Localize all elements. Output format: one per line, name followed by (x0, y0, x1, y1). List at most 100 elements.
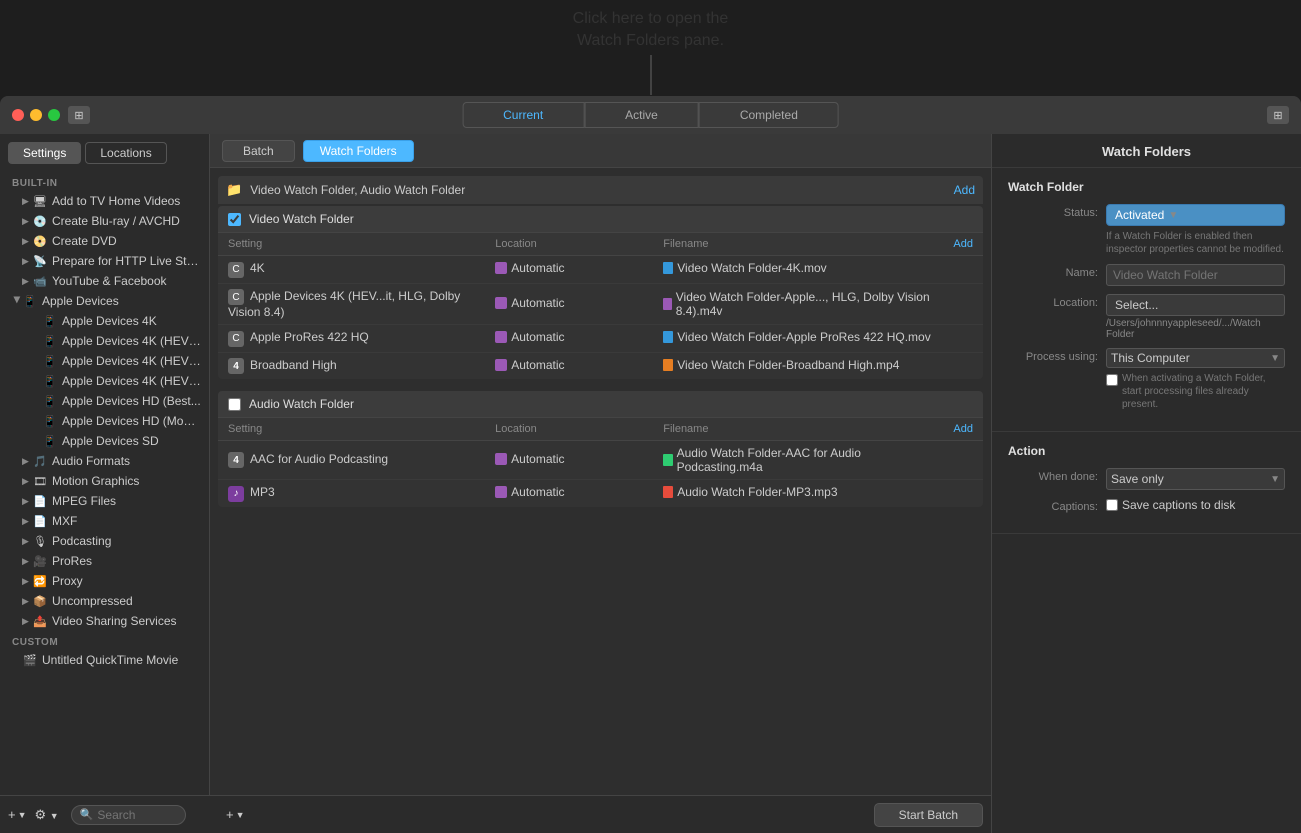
row-extra (943, 325, 983, 353)
tab-completed[interactable]: Completed (699, 102, 839, 128)
location-path: /Users/johnnnyappleseed/.../Watch Folder (1106, 318, 1285, 340)
location-select-button[interactable]: Select... (1106, 294, 1285, 316)
sidebar-item-ad-4k-hevc3[interactable]: 📱 Apple Devices 4K (HEVC... (0, 371, 209, 391)
gear-icon: ⚙ (35, 807, 47, 822)
col-filename: Filename (653, 418, 943, 441)
sidebar-scroll[interactable]: BUILT-IN ▶ 🖥 Add to TV Home Videos ▶ 💿 C… (0, 168, 209, 833)
sidebar-item-mxf[interactable]: ▶ 📄 MXF (0, 511, 209, 531)
group-header-title: Video Watch Folder, Audio Watch Folder (250, 183, 465, 197)
table-row[interactable]: CApple Devices 4K (HEV...it, HLG, Dolby … (218, 283, 983, 325)
expand-arrow: ▶ (22, 216, 32, 227)
sidebar-locations-tab[interactable]: Locations (85, 142, 166, 164)
main-scroll[interactable]: 📁 Video Watch Folder, Audio Watch Folder… (210, 168, 991, 795)
location-folder: Automatic (495, 452, 564, 466)
table-row[interactable]: 4AAC for Audio Podcasting Automatic (218, 441, 983, 480)
sidebar-item-audio[interactable]: ▶ 🎵 Audio Formats (0, 451, 209, 471)
sidebar-item-ad-hd-most[interactable]: 📱 Apple Devices HD (Most... (0, 411, 209, 431)
table-row[interactable]: C4K Automatic (218, 256, 983, 284)
location-folder: Automatic (495, 261, 564, 275)
sidebar-gear-button[interactable]: ⚙ ▼ (35, 807, 59, 823)
sidebar-item-youtube[interactable]: ▶ 📹 YouTube & Facebook (0, 271, 209, 291)
filename-cell: Audio Watch Folder-AAC for Audio Podcast… (653, 441, 943, 480)
process-select[interactable]: This Computer ▼ (1106, 348, 1285, 368)
col-add: Add (943, 233, 983, 256)
app-window: ⊞ Current Active Completed ⊞ Settings Lo… (0, 96, 1301, 833)
group-folder-icon: 📁 (226, 182, 242, 198)
fullscreen-button[interactable] (48, 109, 60, 121)
location-field-row: Location: Select... /Users/johnnnyapples… (1008, 294, 1285, 340)
tab-current[interactable]: Current (462, 102, 584, 128)
sidebar-item-uncompressed[interactable]: ▶ 📦 Uncompressed (0, 591, 209, 611)
expand-arrow: ▶ (22, 556, 32, 567)
sidebar-item-ad-4k[interactable]: 📱 Apple Devices 4K (0, 311, 209, 331)
sidebar-item-quicktime[interactable]: 🎬 Untitled QuickTime Movie (0, 650, 209, 670)
audio-table-add[interactable]: Add (953, 423, 973, 435)
setting-icon: 4 (228, 452, 244, 468)
select-arrow-icon: ▼ (1270, 474, 1280, 485)
layout-icon[interactable]: ⊞ (1267, 106, 1289, 124)
status-field-row: Status: Activated ▼ If a Watch Folder is… (1008, 204, 1285, 256)
main-add-button[interactable]: + ▼ (218, 803, 253, 826)
item-icon: 🎥 (32, 553, 48, 569)
watch-folders-button[interactable]: Watch Folders (303, 140, 414, 162)
table-row[interactable]: ♪MP3 Automatic (218, 480, 983, 507)
setting-icon: ♪ (228, 486, 244, 502)
sidebar-item-podcasting[interactable]: ▶ 🎙 Podcasting (0, 531, 209, 551)
sidebar-item-apple-devices[interactable]: ▶ 📱 Apple Devices (0, 291, 209, 311)
sidebar-item-label: Uncompressed (52, 594, 133, 608)
setting-cell: CApple ProRes 422 HQ (218, 325, 485, 353)
captions-field-row: Captions: Save captions to disk (1008, 498, 1285, 513)
sidebar-settings-tab[interactable]: Settings (8, 142, 81, 164)
batch-button[interactable]: Batch (222, 140, 295, 162)
table-row[interactable]: CApple ProRes 422 HQ Automatic (218, 325, 983, 353)
item-icon: 🎵 (32, 453, 48, 469)
start-batch-button[interactable]: Start Batch (874, 803, 983, 827)
status-value: Activated (1115, 208, 1164, 222)
sidebar-bottom-bar: + ▼ ⚙ ▼ 🔍 (0, 795, 210, 833)
sidebar-item-ad-4k-hevc2[interactable]: 📱 Apple Devices 4K (HEVC... (0, 351, 209, 371)
close-button[interactable] (12, 109, 24, 121)
folder-dot-icon (495, 486, 507, 498)
when-done-select[interactable]: Save only ▼ (1106, 468, 1285, 490)
title-bar: ⊞ Current Active Completed ⊞ (0, 96, 1301, 134)
video-table: Setting Location Filename Add (218, 233, 983, 379)
sidebar-item-add-tv[interactable]: ▶ 🖥 Add to TV Home Videos (0, 191, 209, 211)
sidebar-item-video-sharing[interactable]: ▶ 📤 Video Sharing Services (0, 611, 209, 631)
col-location: Location (485, 418, 653, 441)
sidebar-item-ad-hd-best[interactable]: 📱 Apple Devices HD (Best... (0, 391, 209, 411)
captions-checkbox[interactable] (1106, 499, 1118, 511)
expand-arrow: ▶ (22, 476, 32, 487)
folder-dot-icon (495, 453, 507, 465)
sidebar-item-label: Motion Graphics (52, 474, 139, 488)
video-table-add[interactable]: Add (953, 238, 973, 250)
sidebar-item-label: Untitled QuickTime Movie (42, 653, 178, 667)
table-row[interactable]: 4Broadband High Automatic (218, 352, 983, 379)
minimize-button[interactable] (30, 109, 42, 121)
row-extra (943, 283, 983, 325)
status-select[interactable]: Activated ▼ (1106, 204, 1285, 226)
sidebar-item-proxy[interactable]: ▶ 🔁 Proxy (0, 571, 209, 591)
item-icon: 💿 (32, 213, 48, 229)
tab-active[interactable]: Active (584, 102, 699, 128)
sidebar-item-ad-sd[interactable]: 📱 Apple Devices SD (0, 431, 209, 451)
row-extra (943, 256, 983, 284)
sidebar-item-label: Video Sharing Services (52, 614, 177, 628)
sidebar-item-bluray[interactable]: ▶ 💿 Create Blu-ray / AVCHD (0, 211, 209, 231)
search-input[interactable] (97, 808, 177, 822)
setting-icon: C (228, 289, 244, 305)
video-folder-checkbox[interactable] (228, 213, 241, 226)
sidebar-item-prores[interactable]: ▶ 🎥 ProRes (0, 551, 209, 571)
name-input[interactable] (1106, 264, 1285, 286)
sidebar-item-dvd[interactable]: ▶ 📀 Create DVD (0, 231, 209, 251)
sidebar-add-button[interactable]: + ▼ (8, 807, 27, 822)
inspector-panel: Watch Folders Watch Folder Status: Activ… (991, 134, 1301, 833)
sidebar-item-motion[interactable]: ▶ 🎞 Motion Graphics (0, 471, 209, 491)
sidebar-item-label: Prepare for HTTP Live Strea... (52, 254, 201, 268)
tooltip-line2: Watch Folders pane. (577, 32, 724, 49)
sidebar-item-http[interactable]: ▶ 📡 Prepare for HTTP Live Strea... (0, 251, 209, 271)
sidebar-item-ad-4k-hevc1[interactable]: 📱 Apple Devices 4K (HEVC... (0, 331, 209, 351)
group-add-button[interactable]: Add (954, 183, 975, 197)
audio-folder-checkbox[interactable] (228, 398, 241, 411)
sidebar-item-mpeg[interactable]: ▶ 📄 MPEG Files (0, 491, 209, 511)
process-checkbox[interactable] (1106, 374, 1118, 386)
